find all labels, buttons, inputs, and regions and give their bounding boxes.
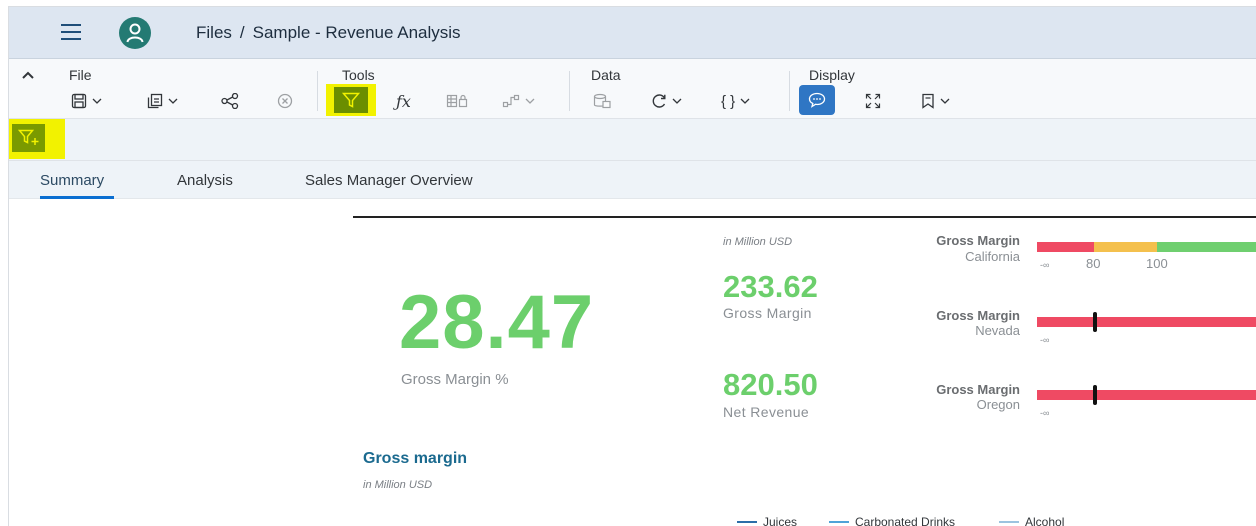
bullet-region-california: California	[965, 249, 1020, 264]
filter-button[interactable]	[326, 84, 376, 116]
legend-label: Carbonated Drinks	[855, 515, 956, 526]
save-button[interactable]	[71, 89, 102, 113]
bullet-title-nevada: Gross Margin	[936, 308, 1020, 323]
bullet-tick-label: -∞	[1040, 335, 1050, 345]
formula-icon: ƒx	[396, 91, 411, 111]
legend-item-carbonated-drinks[interactable]: Carbonated Drinks	[829, 515, 955, 526]
net-revenue-label: Net Revenue	[723, 404, 810, 420]
page-tabs: Summary Analysis Sales Manager Overview	[9, 161, 1256, 199]
bullet-band-average	[1094, 242, 1157, 252]
add-filter-button[interactable]	[9, 119, 65, 159]
legend-swatch	[737, 521, 757, 523]
save-icon	[71, 93, 87, 109]
legend-item-juices[interactable]: Juices	[737, 515, 797, 526]
tab-sales-manager-overview[interactable]: Sales Manager Overview	[305, 172, 473, 189]
chevron-down-icon	[168, 98, 178, 104]
table-icon	[446, 94, 468, 108]
data-source-icon	[593, 93, 611, 109]
share-button[interactable]	[221, 89, 239, 113]
group-label-tools: Tools	[342, 67, 375, 83]
breadcrumb-files-link[interactable]: Files	[196, 23, 232, 42]
bullet-band-good	[1157, 242, 1256, 252]
legend-label: Alcohol	[1025, 515, 1065, 526]
link-dimensions-button[interactable]	[502, 89, 535, 113]
kpi-unit-note: in Million USD	[723, 236, 793, 248]
shell-bar: Files / Sample - Revenue Analysis	[9, 7, 1256, 59]
filter-icon	[342, 92, 360, 108]
add-filter-icon	[17, 129, 38, 145]
breadcrumb-current: Sample - Revenue Analysis	[252, 23, 461, 42]
script-button[interactable]: { }	[721, 89, 750, 113]
breadcrumb: Files / Sample - Revenue Analysis	[196, 23, 461, 43]
user-avatar[interactable]	[119, 17, 151, 49]
table-button[interactable]	[446, 89, 468, 113]
story-canvas: 28.47 Gross Margin % in Million USD 233.…	[9, 199, 1256, 526]
fullscreen-button[interactable]	[865, 89, 881, 113]
chevron-down-icon	[940, 98, 950, 104]
bookmark-icon	[922, 93, 934, 109]
collapse-toolbar-icon[interactable]	[21, 68, 35, 82]
formula-button[interactable]: ƒx	[396, 89, 411, 113]
chevron-down-icon	[92, 98, 102, 104]
bullet-tick-label: -∞	[1040, 260, 1050, 270]
legend-swatch	[829, 521, 849, 523]
bullet-band-poor	[1037, 242, 1094, 252]
group-label-data: Data	[591, 67, 621, 83]
toolbar-divider	[317, 71, 318, 111]
copy-icon	[147, 93, 163, 109]
group-label-display: Display	[809, 67, 855, 83]
toolbar: File Tools Data Display ƒx {}	[9, 59, 1256, 119]
gross-margin-chart-title: Gross margin	[363, 450, 468, 467]
group-label-file: File	[69, 67, 92, 83]
bullet-region-oregon: Oregon	[976, 397, 1020, 412]
legend-label: Juices	[763, 515, 798, 526]
legend-item-alcohol[interactable]: Alcohol	[999, 515, 1064, 526]
braces-icon: { }	[721, 92, 736, 110]
net-revenue-value: 820.50	[723, 367, 818, 402]
gross-margin-label: Gross Margin	[723, 305, 812, 321]
toolbar-divider	[789, 71, 790, 111]
hamburger-menu-icon[interactable]	[61, 24, 81, 40]
refresh-icon	[652, 94, 666, 108]
bullet-actual-marker	[1093, 385, 1097, 405]
chevron-down-icon	[672, 98, 682, 104]
gross-margin-value: 233.62	[723, 269, 818, 304]
bullet-title-california: Gross Margin	[936, 233, 1020, 248]
chevron-down-icon	[740, 98, 750, 104]
fullscreen-icon	[865, 93, 881, 109]
toolbar-divider	[569, 71, 570, 111]
bullet-tick-label: 80	[1086, 256, 1101, 271]
app-window: Files / Sample - Revenue Analysis File Too…	[8, 6, 1256, 526]
user-icon	[126, 23, 144, 43]
bookmark-button[interactable]	[921, 89, 950, 113]
breadcrumb-separator: /	[239, 23, 245, 42]
chevron-down-icon	[525, 98, 535, 104]
share-icon	[221, 93, 239, 109]
add-filter-button-highlight	[12, 124, 45, 152]
comment-button[interactable]	[799, 85, 835, 115]
bullet-band-poor	[1037, 390, 1256, 400]
tab-summary[interactable]: Summary	[40, 172, 104, 189]
filter-bar	[9, 119, 1256, 161]
bullet-actual-marker	[1093, 312, 1097, 332]
filter-button-highlight	[334, 87, 368, 113]
delete-icon	[277, 93, 293, 109]
legend-swatch	[999, 521, 1019, 523]
bullet-title-oregon: Gross Margin	[936, 382, 1020, 397]
bullet-band-poor	[1037, 317, 1256, 327]
bullet-region-nevada: Nevada	[975, 323, 1020, 338]
tab-analysis[interactable]: Analysis	[177, 172, 233, 189]
header-rule	[353, 216, 1256, 218]
delete-button[interactable]	[277, 89, 293, 113]
gross-margin-pct-value: 28.47	[399, 280, 595, 365]
copy-button[interactable]	[147, 89, 178, 113]
data-source-button[interactable]	[593, 89, 611, 113]
bullet-tick-label: -∞	[1040, 408, 1050, 418]
bullet-tick-label: 100	[1146, 256, 1168, 271]
gross-margin-pct-label: Gross Margin %	[401, 371, 509, 388]
link-icon	[502, 94, 520, 108]
chart-unit-note: in Million USD	[363, 479, 433, 491]
refresh-button[interactable]	[651, 89, 682, 113]
comment-icon	[808, 92, 826, 108]
